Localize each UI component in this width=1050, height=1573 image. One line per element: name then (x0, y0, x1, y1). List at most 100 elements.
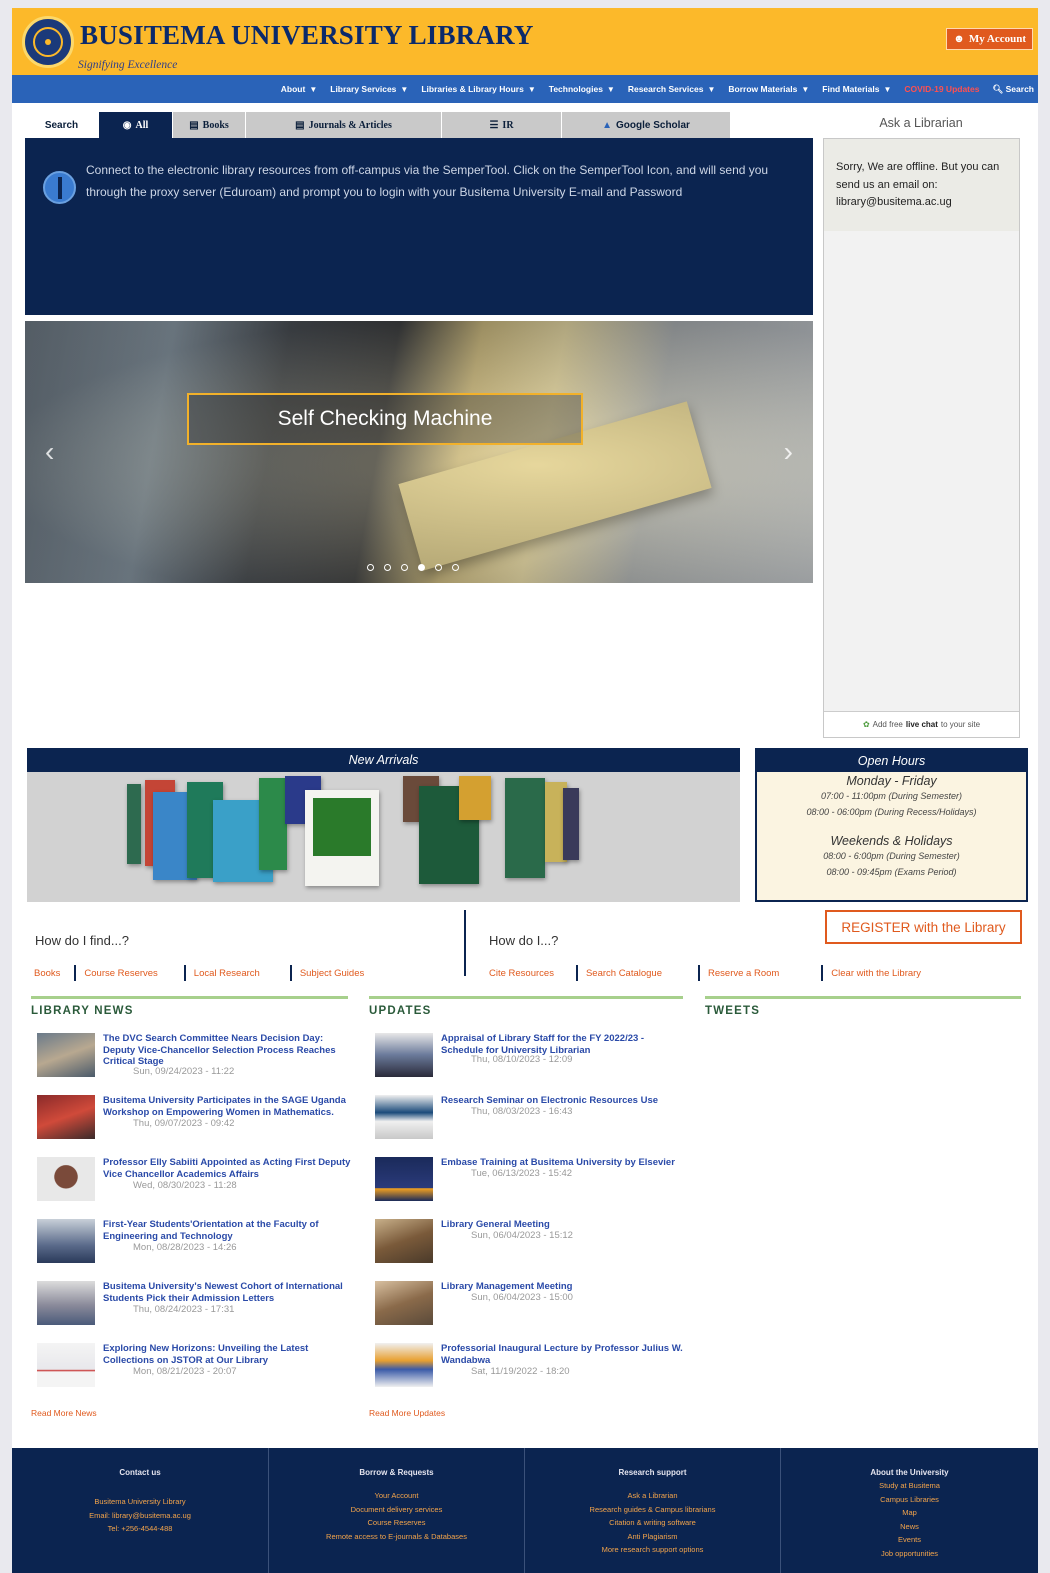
link-subject-guides[interactable]: Subject Guides (300, 968, 364, 979)
news-title[interactable]: First-Year Students'Orientation at the F… (103, 1219, 353, 1242)
news-date: Mon, 08/21/2023 - 20:07 (133, 1366, 237, 1377)
nav-search-label: Search (1005, 83, 1034, 94)
tab-google-scholar[interactable]: ▲ Google Scholar (562, 112, 731, 138)
footer-link[interactable]: Course Reserves (269, 1516, 524, 1530)
slide-caption[interactable]: Self Checking Machine (187, 393, 583, 445)
book-cover[interactable] (505, 778, 545, 878)
footer-link[interactable]: More research support options (525, 1543, 780, 1557)
news-item[interactable]: Busitema University Participates in the … (37, 1095, 348, 1145)
news-title[interactable]: Professor Elly Sabiiti Appointed as Acti… (103, 1157, 353, 1180)
news-thumbnail[interactable] (37, 1095, 95, 1139)
news-thumbnail[interactable] (37, 1219, 95, 1263)
read-more-updates-link[interactable]: Read More Updates (369, 1408, 445, 1418)
nav-technologies[interactable]: Technologies ▼ (549, 84, 615, 94)
carousel-dot[interactable] (367, 564, 374, 571)
sempertool-icon[interactable] (43, 171, 76, 204)
nav-library-services[interactable]: Library Services ▼ (330, 84, 408, 94)
book-cover[interactable] (305, 790, 379, 886)
link-course-reserves[interactable]: Course Reserves (84, 968, 157, 979)
site-title[interactable]: BUSITEMA UNIVERSITY LIBRARY (80, 20, 534, 51)
footer-email-link[interactable]: Email: library@busitema.ac.ug (12, 1509, 268, 1523)
update-title[interactable]: Library General Meeting (441, 1219, 681, 1231)
book-cover[interactable] (459, 776, 491, 820)
carousel-dot[interactable] (435, 564, 442, 571)
footer-link[interactable]: Research guides & Campus librarians (525, 1503, 780, 1517)
news-thumbnail[interactable] (37, 1343, 95, 1387)
update-thumbnail[interactable] (375, 1219, 433, 1263)
footer-link[interactable]: Your Account (269, 1489, 524, 1503)
footer-link[interactable]: Ask a Librarian (525, 1489, 780, 1503)
footer-heading: Borrow & Requests (359, 1468, 434, 1477)
footer-link[interactable]: Document delivery services (269, 1503, 524, 1517)
carousel-dot[interactable] (384, 564, 391, 571)
nav-search[interactable]: 🔍︎ Search (992, 84, 1034, 95)
update-thumbnail[interactable] (375, 1281, 433, 1325)
nav-covid-updates[interactable]: COVID-19 Updates (904, 84, 979, 94)
nav-research-services[interactable]: Research Services ▼ (628, 84, 716, 94)
carousel-dot[interactable] (452, 564, 459, 571)
news-thumbnail[interactable] (37, 1281, 95, 1325)
update-title[interactable]: Research Seminar on Electronic Resources… (441, 1095, 681, 1107)
link-search-catalogue[interactable]: Search Catalogue (586, 968, 662, 979)
news-item[interactable]: First-Year Students'Orientation at the F… (37, 1219, 348, 1269)
news-thumbnail[interactable] (37, 1033, 95, 1077)
nav-about[interactable]: About ▼ (281, 84, 317, 94)
footer-link[interactable]: News (781, 1520, 1038, 1534)
my-account-button[interactable]: ☻ My Account (946, 28, 1033, 50)
link-books[interactable]: Books (34, 968, 60, 979)
footer-link[interactable]: Events (781, 1533, 1038, 1547)
update-item[interactable]: Appraisal of Library Staff for the FY 20… (375, 1033, 683, 1083)
news-title[interactable]: Busitema University Participates in the … (103, 1095, 353, 1118)
carousel-next-icon[interactable]: › (784, 436, 793, 468)
update-thumbnail[interactable] (375, 1095, 433, 1139)
footer-link[interactable]: Anti Plagiarism (525, 1530, 780, 1544)
nav-find-materials[interactable]: Find Materials ▼ (822, 84, 891, 94)
news-title[interactable]: The DVC Search Committee Nears Decision … (103, 1033, 353, 1068)
news-thumbnail[interactable] (37, 1157, 95, 1201)
footer-link[interactable]: Map (781, 1506, 1038, 1520)
nav-borrow-materials[interactable]: Borrow Materials ▼ (728, 84, 809, 94)
read-more-news-link[interactable]: Read More News (31, 1408, 97, 1418)
update-title[interactable]: Professorial Inaugural Lecture by Profes… (441, 1343, 691, 1366)
news-item[interactable]: Busitema University's Newest Cohort of I… (37, 1281, 348, 1331)
book-cover[interactable] (259, 778, 287, 870)
update-title[interactable]: Appraisal of Library Staff for the FY 20… (441, 1033, 681, 1056)
university-logo[interactable] (22, 16, 74, 68)
book-cover[interactable] (127, 784, 141, 864)
footer-link[interactable]: Job opportunities (781, 1547, 1038, 1561)
news-item[interactable]: Professor Elly Sabiiti Appointed as Acti… (37, 1157, 350, 1207)
link-local-research[interactable]: Local Research (194, 968, 260, 979)
tab-ir[interactable]: ☰ IR (442, 112, 562, 138)
tab-journals-articles[interactable]: ▤ Journals & Articles (246, 112, 442, 138)
carousel-dot-active[interactable] (418, 564, 425, 571)
update-title[interactable]: Library Management Meeting (441, 1281, 681, 1293)
book-cover[interactable] (563, 788, 579, 860)
carousel-dot[interactable] (401, 564, 408, 571)
tab-all[interactable]: ◉ All (99, 112, 173, 138)
update-title[interactable]: Embase Training at Busitema University b… (441, 1157, 681, 1169)
news-title[interactable]: Exploring New Horizons: Unveiling the La… (103, 1343, 353, 1366)
update-item[interactable]: Professorial Inaugural Lecture by Profes… (375, 1343, 683, 1393)
update-thumbnail[interactable] (375, 1343, 433, 1387)
update-item[interactable]: Embase Training at Busitema University b… (375, 1157, 683, 1207)
update-item[interactable]: Library General Meeting Sun, 06/04/2023 … (375, 1219, 683, 1269)
link-cite-resources[interactable]: Cite Resources (489, 968, 554, 979)
footer-link[interactable]: Remote access to E-journals & Databases (269, 1530, 524, 1544)
news-item[interactable]: Exploring New Horizons: Unveiling the La… (37, 1343, 348, 1393)
live-chat-promo[interactable]: ✿ Add free live chat to your site (824, 711, 1019, 737)
nav-libraries-hours[interactable]: Libraries & Library Hours ▼ (421, 84, 535, 94)
update-thumbnail[interactable] (375, 1157, 433, 1201)
footer-link[interactable]: Study at Busitema (781, 1479, 1038, 1493)
news-title[interactable]: Busitema University's Newest Cohort of I… (103, 1281, 353, 1304)
link-clear-library[interactable]: Clear with the Library (831, 968, 921, 979)
tab-books[interactable]: ▤ Books (173, 112, 246, 138)
footer-link[interactable]: Citation & writing software (525, 1516, 780, 1530)
link-reserve-room[interactable]: Reserve a Room (708, 968, 779, 979)
register-button[interactable]: REGISTER with the Library (825, 910, 1022, 944)
update-item[interactable]: Library Management Meeting Sun, 06/04/20… (375, 1281, 683, 1331)
news-item[interactable]: The DVC Search Committee Nears Decision … (37, 1033, 348, 1083)
update-thumbnail[interactable] (375, 1033, 433, 1077)
carousel-prev-icon[interactable]: ‹ (45, 436, 54, 468)
update-item[interactable]: Research Seminar on Electronic Resources… (375, 1095, 683, 1145)
footer-link[interactable]: Campus Libraries (781, 1493, 1038, 1507)
